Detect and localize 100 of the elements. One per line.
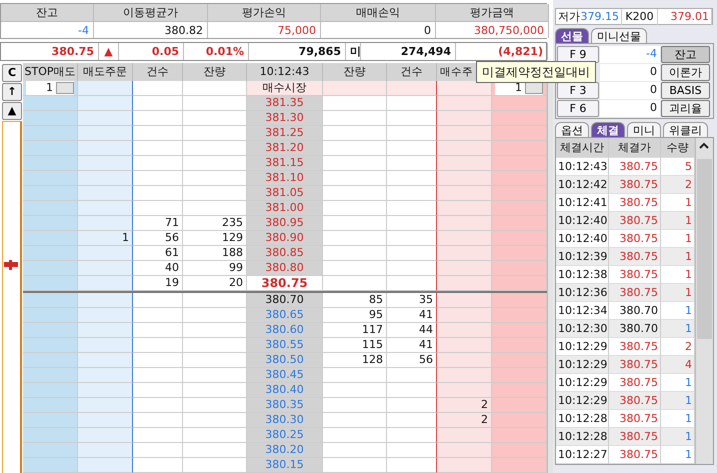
price-cell[interactable]: 380.15 <box>247 458 323 473</box>
table-cell <box>323 458 387 473</box>
table-cell <box>323 171 387 186</box>
table-cell <box>78 141 133 156</box>
contract-button[interactable]: F 3 <box>557 82 599 99</box>
table-cell <box>323 216 387 231</box>
table-cell <box>183 96 247 111</box>
price-cell: 380.75 <box>609 392 661 410</box>
time-cell: 10:12:29 <box>556 338 609 356</box>
table-cell <box>387 246 437 261</box>
column-header: STOP매도 <box>23 63 78 81</box>
table-cell <box>387 111 437 126</box>
price-cell[interactable]: 380.90 <box>247 231 323 246</box>
column-header: 건수 <box>133 63 183 81</box>
price-cell[interactable]: 381.30 <box>247 111 323 126</box>
price-cell[interactable]: 380.60 <box>247 323 323 338</box>
side-button[interactable]: C <box>2 64 22 82</box>
price-cell[interactable]: 380.80 <box>247 261 323 276</box>
quantity-cell: 1 <box>661 410 695 428</box>
price-cell[interactable]: 380.75 <box>247 276 323 291</box>
contract-button[interactable]: F 6 <box>557 100 599 117</box>
table-cell <box>23 398 78 413</box>
price-cell[interactable]: 380.55 <box>247 338 323 353</box>
table-cell: 19 <box>133 276 183 291</box>
table-cell <box>492 458 547 473</box>
price-cell[interactable]: 381.35 <box>247 96 323 111</box>
action-button[interactable]: 이론가 <box>661 64 710 81</box>
action-button[interactable]: 괴리율 <box>661 100 710 117</box>
scroll-thumb[interactable] <box>697 158 712 338</box>
change-text: (4,821) <box>456 43 548 60</box>
tab[interactable]: 선물 <box>555 28 589 43</box>
volume-text: 79,865 <box>249 43 346 60</box>
tab[interactable]: 체결 <box>591 122 625 137</box>
spin-button[interactable] <box>56 82 74 94</box>
side-button[interactable]: ↑ <box>2 83 22 101</box>
price-cell[interactable]: 381.25 <box>247 126 323 141</box>
price-cell[interactable]: 381.20 <box>247 141 323 156</box>
table-cell <box>23 261 78 276</box>
table-cell <box>133 443 183 458</box>
market-order-cell[interactable]: 매수시장 <box>247 81 323 96</box>
price-cell[interactable]: 380.50 <box>247 353 323 368</box>
action-button[interactable]: BASIS <box>661 82 710 99</box>
table-cell: 71 <box>133 216 183 231</box>
table-cell <box>492 383 547 398</box>
spin-button[interactable] <box>525 82 543 94</box>
column-header: 이동평균가 <box>94 4 208 21</box>
table-cell <box>78 186 133 201</box>
table-cell <box>437 231 492 246</box>
price-cell[interactable]: 380.30 <box>247 413 323 428</box>
table-cell: 95 <box>323 308 387 323</box>
table-cell <box>492 186 547 201</box>
quantity-cell: 4 <box>661 356 695 374</box>
tab[interactable]: 미니선물 <box>591 28 647 43</box>
table-cell <box>133 398 183 413</box>
table-cell <box>437 261 492 276</box>
tab[interactable]: 위클리 <box>663 122 708 137</box>
table-cell <box>183 141 247 156</box>
spin-field[interactable]: 1 <box>515 81 522 95</box>
table-cell <box>492 368 547 383</box>
price-cell[interactable]: 380.20 <box>247 443 323 458</box>
table-cell <box>437 338 492 353</box>
spin-field[interactable]: 1 <box>46 81 53 95</box>
price-cell[interactable]: 381.15 <box>247 156 323 171</box>
table-cell <box>492 308 547 323</box>
table-cell: 379.01 <box>658 9 712 25</box>
column-header: 건수 <box>387 63 437 81</box>
price-cell[interactable]: 380.35 <box>247 398 323 413</box>
column-header: 잔량 <box>323 63 387 81</box>
price-cell[interactable]: 380.40 <box>247 383 323 398</box>
price-cell[interactable]: 380.45 <box>247 368 323 383</box>
tab[interactable]: 미니 <box>627 122 661 137</box>
table-cell <box>23 308 78 323</box>
table-cell <box>387 413 437 428</box>
quantity-cell: 1 <box>661 302 695 320</box>
table-cell <box>323 443 387 458</box>
price-cell: 380.75 <box>609 356 661 374</box>
price-cell[interactable]: 380.25 <box>247 428 323 443</box>
column-header: 체결시간 <box>556 138 609 158</box>
price-cell: 380.75 <box>609 338 661 356</box>
table-cell: 75,000 <box>208 21 321 38</box>
table-cell <box>387 81 437 96</box>
side-button[interactable]: ▲ <box>2 102 22 120</box>
table-cell: 115 <box>323 338 387 353</box>
table-cell <box>387 261 437 276</box>
price-cell[interactable]: 380.65 <box>247 308 323 323</box>
price-cell[interactable]: 380.85 <box>247 246 323 261</box>
table-cell <box>492 216 547 231</box>
price-cell[interactable]: 381.10 <box>247 171 323 186</box>
table-cell <box>387 368 437 383</box>
price-cell[interactable]: 380.95 <box>247 216 323 231</box>
time-cell: 10:12:29 <box>556 392 609 410</box>
price-cell[interactable]: 381.00 <box>247 201 323 216</box>
action-button[interactable]: 잔고 <box>661 46 710 63</box>
price-cell[interactable]: 381.05 <box>247 186 323 201</box>
price-cell[interactable]: 380.70 <box>247 293 323 308</box>
scrollbar[interactable] <box>695 138 713 464</box>
table-cell: 99 <box>183 261 247 276</box>
tab[interactable]: 옵션 <box>555 122 589 137</box>
rate-text: 0.01% <box>184 43 249 60</box>
table-cell: 379.15 <box>578 9 622 25</box>
